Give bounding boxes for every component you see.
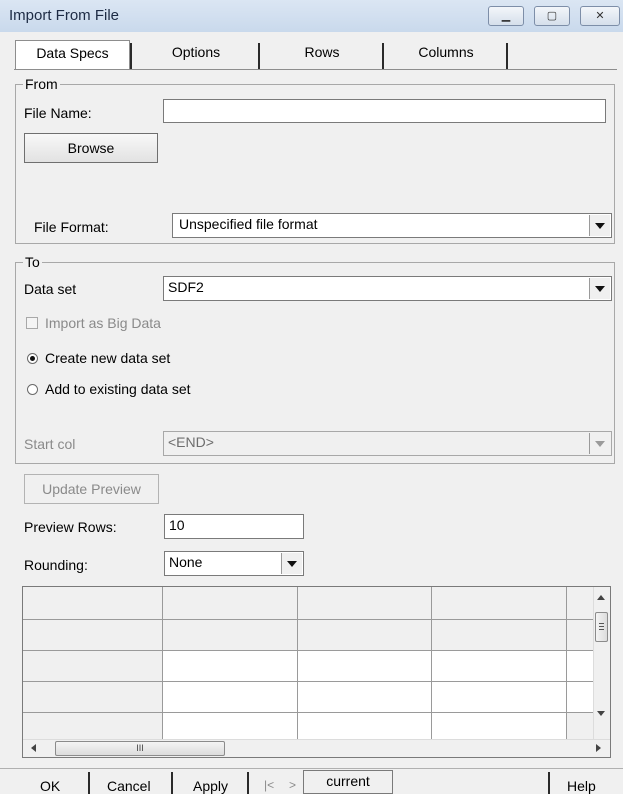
grid-cell[interactable] xyxy=(432,651,567,682)
tab-divider xyxy=(506,43,508,69)
grid-cell[interactable] xyxy=(163,651,298,682)
preview-rows-label: Preview Rows: xyxy=(24,519,117,535)
scroll-thumb-grip: III xyxy=(136,743,144,753)
maximize-icon: ▢ xyxy=(546,10,558,22)
chevron-down-icon[interactable] xyxy=(589,278,610,299)
browse-button[interactable]: Browse xyxy=(24,133,158,163)
window-title: Import From File xyxy=(9,7,120,24)
scroll-up-icon[interactable] xyxy=(597,595,605,600)
preview-rows-input[interactable]: 10 xyxy=(164,514,304,539)
scroll-left-icon[interactable] xyxy=(31,744,36,752)
grid-row-header[interactable] xyxy=(23,620,163,651)
grid-header-cell[interactable] xyxy=(298,587,432,620)
rounding-label: Rounding: xyxy=(24,557,88,573)
grid-cell[interactable] xyxy=(567,651,595,682)
update-preview-button[interactable]: Update Preview xyxy=(24,474,159,504)
grid-header-cell[interactable] xyxy=(567,587,595,620)
grid-cell[interactable] xyxy=(567,620,595,651)
grip-icon xyxy=(599,623,604,624)
tab-divider xyxy=(382,43,384,69)
grid-row-header[interactable] xyxy=(23,651,163,682)
data-set-value: SDF2 xyxy=(168,279,204,295)
tab-data-specs[interactable]: Data Specs xyxy=(15,40,130,70)
close-icon: ✕ xyxy=(595,10,605,22)
radio-selected-dot xyxy=(30,356,35,361)
file-name-input[interactable] xyxy=(163,99,606,123)
tab-divider xyxy=(130,43,132,69)
start-col-select[interactable]: <END> xyxy=(163,431,612,456)
grid-header-cell[interactable] xyxy=(432,587,567,620)
vertical-scrollbar[interactable] xyxy=(593,587,610,739)
rounding-value: None xyxy=(169,554,203,570)
grid-cell[interactable] xyxy=(298,620,432,651)
start-col-label: Start col xyxy=(24,436,76,452)
file-format-label: File Format: xyxy=(34,219,109,235)
current-button[interactable]: current xyxy=(303,770,393,794)
data-set-select[interactable]: SDF2 xyxy=(163,276,612,301)
grid-cell[interactable] xyxy=(298,651,432,682)
maximize-button[interactable]: ▢ xyxy=(534,6,570,26)
grid-cell[interactable] xyxy=(163,682,298,713)
file-format-value: Unspecified file format xyxy=(179,216,318,232)
vertical-scroll-thumb[interactable] xyxy=(595,612,608,642)
cancel-button[interactable]: Cancel xyxy=(107,778,151,794)
grid-cell[interactable] xyxy=(163,620,298,651)
grid-cell[interactable] xyxy=(432,620,567,651)
create-new-label: Create new data set xyxy=(45,350,171,366)
preview-grid[interactable]: III xyxy=(22,586,611,758)
horizontal-scroll-thumb[interactable]: III xyxy=(55,741,225,756)
rounding-select[interactable]: None xyxy=(164,551,304,576)
grid-header-cell[interactable] xyxy=(163,587,298,620)
chevron-down-icon xyxy=(589,433,610,454)
button-divider xyxy=(548,772,550,794)
big-data-label: Import as Big Data xyxy=(45,315,161,331)
scroll-down-icon[interactable] xyxy=(597,711,605,716)
horizontal-scrollbar[interactable]: III xyxy=(23,739,610,757)
big-data-checkbox[interactable] xyxy=(26,317,38,329)
file-format-select[interactable]: Unspecified file format xyxy=(172,213,612,238)
chevron-down-icon[interactable] xyxy=(589,215,610,236)
grid-cell[interactable] xyxy=(298,682,432,713)
file-name-label: File Name: xyxy=(24,105,92,121)
chevron-down-icon[interactable] xyxy=(281,553,302,574)
grid-cell[interactable] xyxy=(432,682,567,713)
minimize-button[interactable]: ▁ xyxy=(488,6,524,26)
tab-divider xyxy=(258,43,260,69)
grid-cell[interactable] xyxy=(432,713,567,739)
nav-first-button[interactable]: |< xyxy=(264,778,274,792)
nav-next-button[interactable]: > xyxy=(289,778,296,792)
button-divider xyxy=(88,772,90,794)
grid-cell[interactable] xyxy=(163,713,298,739)
grid-row-header[interactable] xyxy=(23,682,163,713)
data-set-label: Data set xyxy=(24,281,77,297)
grid-corner-cell xyxy=(23,587,163,620)
tab-rows[interactable]: Rows xyxy=(262,40,382,70)
add-existing-label: Add to existing data set xyxy=(45,381,191,397)
from-legend: From xyxy=(23,76,60,92)
minimize-icon: ▁ xyxy=(501,10,511,22)
button-divider xyxy=(247,772,249,794)
grid-cell[interactable] xyxy=(567,682,595,713)
tab-baseline xyxy=(14,69,617,70)
tab-columns[interactable]: Columns xyxy=(386,40,506,70)
scroll-right-icon[interactable] xyxy=(596,744,601,752)
apply-button[interactable]: Apply xyxy=(193,778,228,794)
to-legend: To xyxy=(23,254,42,270)
footer-divider xyxy=(0,768,623,769)
grid-cell[interactable] xyxy=(298,713,432,739)
create-new-radio[interactable] xyxy=(27,353,38,364)
close-button[interactable]: ✕ xyxy=(580,6,620,26)
add-existing-radio[interactable] xyxy=(27,384,38,395)
button-divider xyxy=(171,772,173,794)
help-button[interactable]: Help xyxy=(567,778,596,794)
start-col-value: <END> xyxy=(168,434,214,450)
ok-button[interactable]: OK xyxy=(40,778,60,794)
grid-row-header[interactable] xyxy=(23,713,163,739)
tab-options[interactable]: Options xyxy=(134,40,258,70)
